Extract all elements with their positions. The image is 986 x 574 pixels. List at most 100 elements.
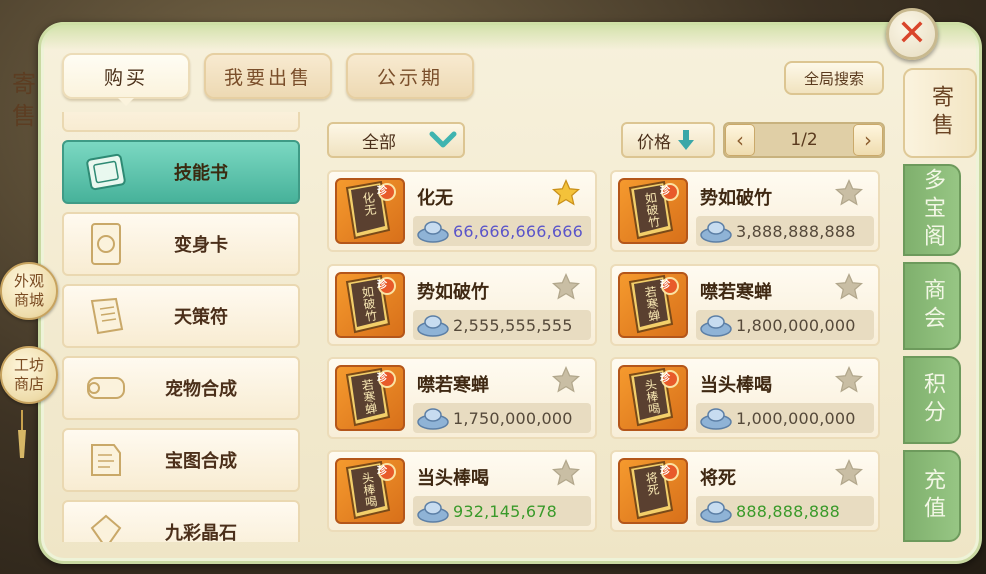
item-badge: 珍 — [377, 373, 387, 384]
category-item-skill-book[interactable]: 技能书 — [62, 140, 300, 204]
star-outline-icon[interactable] — [834, 365, 864, 395]
tab-buy-label: 购买 — [103, 66, 148, 89]
star-outline-icon[interactable] — [551, 365, 581, 395]
item-badge: 珍 — [377, 280, 387, 291]
star-outline-icon[interactable] — [551, 272, 581, 302]
transform-card-icon — [78, 219, 134, 269]
tab-sell-label: 我要出售 — [223, 66, 312, 89]
item-price: 2,555,555,555 — [453, 315, 573, 335]
arrow-down-icon — [677, 128, 695, 152]
item-price: 888,888,888 — [736, 501, 840, 521]
rtab-duobaoge[interactable]: 多宝阁 — [903, 164, 961, 256]
silver-ingot-icon — [415, 497, 451, 525]
silver-ingot-icon — [415, 404, 451, 432]
tassel-ornament — [16, 410, 28, 460]
silver-ingot-icon — [698, 404, 734, 432]
item-price-box: 2,555,555,555 — [413, 310, 591, 340]
item-card[interactable]: 珍若寒蝉 噤若寒蝉 1,750,000,000 — [327, 357, 597, 439]
star-outline-icon[interactable] — [834, 272, 864, 302]
silver-ingot-icon — [698, 311, 734, 339]
rtab-chamber[interactable]: 商会 — [903, 262, 961, 350]
star-outline-icon[interactable] — [834, 178, 864, 208]
item-name: 噤若寒蝉 — [417, 375, 489, 396]
category-item-transform-card[interactable]: 变身卡 — [62, 212, 300, 276]
close-button[interactable]: ✕ — [886, 8, 938, 60]
item-price: 1,750,000,000 — [453, 408, 573, 428]
item-card[interactable]: 珍头棒喝 当头棒喝 932,145,678 — [327, 450, 597, 532]
category-list[interactable]: 技能书 变身卡 天策符 宠物合成 宝图合成 九彩晶石 — [60, 112, 302, 542]
item-card[interactable]: 珍如破竹 势如破竹 2,555,555,555 — [327, 264, 597, 346]
star-outline-icon[interactable] — [834, 458, 864, 488]
skill-book-image: 珍头棒喝 — [618, 365, 688, 431]
prev-page-button[interactable]: ‹ — [725, 124, 755, 156]
star-filled-icon[interactable] — [551, 178, 581, 208]
item-badge: 珍 — [660, 186, 670, 197]
item-card[interactable]: 珍将死 将死 888,888,888 — [610, 450, 880, 532]
tab-public-period[interactable]: 公示期 — [346, 53, 474, 99]
silver-ingot-icon — [415, 217, 451, 245]
category-item-treasure-map[interactable]: 宝图合成 — [62, 428, 300, 492]
close-icon: ✕ — [896, 13, 928, 54]
next-page-button[interactable]: › — [852, 124, 883, 156]
category-item-talisman[interactable]: 天策符 — [62, 284, 300, 348]
item-name: 势如破竹 — [700, 188, 772, 209]
price-sort-button[interactable]: 价格 — [621, 122, 715, 158]
category-item-pet-synthesis[interactable]: 宠物合成 — [62, 356, 300, 420]
item-card[interactable]: 珍头棒喝 当头棒喝 1,000,000,000 — [610, 357, 880, 439]
appearance-shop-button[interactable]: 外观商城 — [0, 262, 58, 320]
workshop-store-button[interactable]: 工坊商店 — [0, 346, 58, 404]
pagination: ‹ 1/2 › — [723, 122, 885, 158]
item-badge: 珍 — [660, 373, 670, 384]
item-name: 当头棒喝 — [700, 375, 772, 396]
category-item-prev[interactable] — [62, 112, 300, 132]
skill-book-image: 珍将死 — [618, 458, 688, 524]
tab-sell[interactable]: 我要出售 — [204, 53, 332, 99]
global-search-label: 全局搜索 — [803, 69, 864, 88]
skill-book-image: 珍如破竹 — [335, 272, 405, 338]
item-card[interactable]: 珍若寒蝉 噤若寒蝉 1,800,000,000 — [610, 264, 880, 346]
filter-selected: 全部 — [362, 132, 396, 153]
skill-book-image: 珍若寒蝉 — [335, 365, 405, 431]
skill-book-image: 珍化无 — [335, 178, 405, 244]
item-name: 将死 — [700, 468, 736, 489]
talisman-icon — [78, 291, 134, 341]
skill-book-image: 珍如破竹 — [618, 178, 688, 244]
category-item-crystal[interactable]: 九彩晶石 — [62, 500, 300, 542]
silver-ingot-icon — [698, 497, 734, 525]
rtab-recharge-label: 充值 — [920, 468, 945, 524]
treasure-map-icon — [78, 435, 134, 485]
tab-buy[interactable]: 购买 — [62, 53, 190, 106]
price-sort-label: 价格 — [637, 132, 671, 153]
rtab-consignment[interactable]: 寄售 — [903, 68, 977, 158]
category-label: 技能书 — [174, 163, 228, 184]
pet-scroll-icon — [78, 363, 134, 413]
item-price: 1,800,000,000 — [736, 315, 856, 335]
item-badge: 珍 — [377, 466, 387, 477]
rtab-recharge[interactable]: 充值 — [903, 450, 961, 542]
item-price-box: 1,750,000,000 — [413, 403, 591, 433]
item-card[interactable]: 珍化无 化无 66,666,666,666 — [327, 170, 597, 252]
item-badge: 珍 — [377, 186, 387, 197]
item-card[interactable]: 珍如破竹 势如破竹 3,888,888,888 — [610, 170, 880, 252]
item-price: 3,888,888,888 — [736, 221, 856, 241]
tab-public-period-label: 公示期 — [376, 66, 443, 89]
rtab-consignment-label: 寄售 — [928, 85, 953, 141]
item-price: 66,666,666,666 — [453, 221, 584, 241]
item-price-box: 932,145,678 — [413, 496, 591, 526]
filter-dropdown[interactable]: 全部 — [327, 122, 465, 158]
panel-side-title: 寄售 — [4, 68, 44, 132]
item-book-title: 化无 — [360, 190, 378, 217]
item-name: 噤若寒蝉 — [700, 282, 772, 303]
rtab-chamber-label: 商会 — [920, 278, 945, 334]
star-outline-icon[interactable] — [551, 458, 581, 488]
global-search-button[interactable]: 全局搜索 — [784, 61, 884, 95]
item-price-box: 3,888,888,888 — [696, 216, 874, 246]
side-title-text: 寄售 — [12, 70, 36, 130]
category-label: 天策符 — [174, 307, 228, 328]
silver-ingot-icon — [415, 311, 451, 339]
category-label: 九彩晶石 — [165, 523, 237, 542]
item-badge: 珍 — [660, 280, 670, 291]
item-name: 势如破竹 — [417, 282, 489, 303]
category-label: 宝图合成 — [165, 451, 237, 472]
rtab-points[interactable]: 积分 — [903, 356, 961, 444]
